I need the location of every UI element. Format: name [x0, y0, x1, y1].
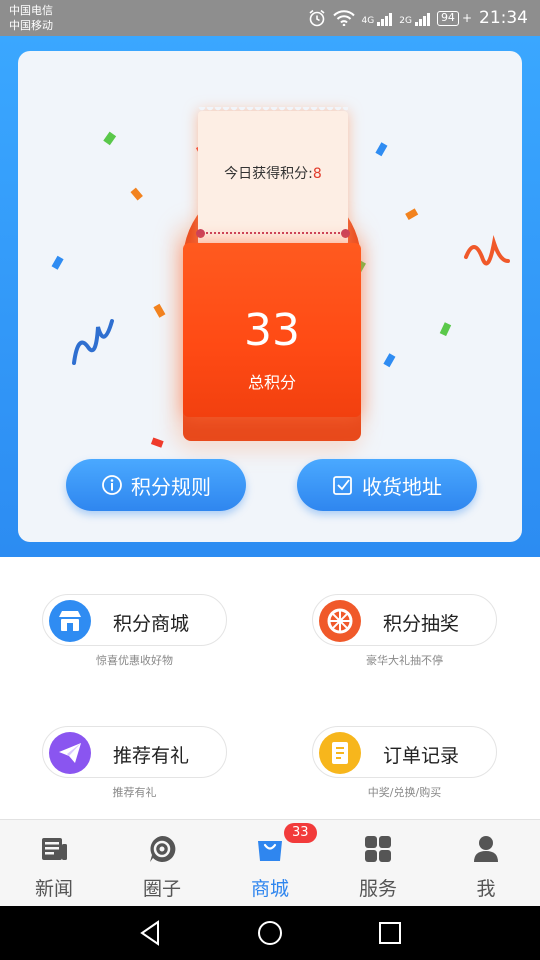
- order-record-label: 订单记录: [383, 745, 460, 767]
- today-points-value: 8: [312, 166, 322, 182]
- feature-grid: 积分商城 惊喜优惠收好物 积分抽奖 豪华大礼抽不停 推荐有礼 推荐有礼 订单记录…: [0, 557, 540, 819]
- carrier-info: 中国电信 中国移动: [9, 3, 53, 33]
- total-points-value: 33: [244, 305, 300, 356]
- ticket-perforation: [206, 232, 340, 234]
- ticket-knob-left: [196, 229, 205, 238]
- mall-badge: 33: [284, 823, 317, 843]
- shipping-address-button[interactable]: 收货地址: [297, 459, 477, 511]
- total-points-label: 总积分: [247, 373, 296, 392]
- shop-icon: [49, 600, 91, 642]
- refer-reward-subtitle: 推荐有礼: [112, 786, 157, 799]
- charging-icon: +: [461, 11, 472, 25]
- status-bar: 中国电信 中国移动 4G 2G 94 + 21:34: [0, 0, 540, 36]
- points-mall-label: 积分商城: [113, 613, 190, 635]
- circle-icon: [150, 835, 176, 862]
- paper-plane-icon: [49, 732, 91, 774]
- points-card: 今日获得积分:8 33 总积分 积分规则 收货地址: [18, 51, 522, 542]
- points-lottery-label: 积分抽奖: [383, 613, 460, 635]
- back-icon[interactable]: [136, 918, 166, 948]
- tab-me-label: 我: [476, 878, 496, 900]
- system-nav-bar: [0, 906, 540, 960]
- signal-4g-icon: 4G: [362, 10, 393, 26]
- order-record-button[interactable]: 订单记录: [312, 726, 497, 778]
- shopping-bag-icon: [258, 841, 282, 861]
- status-time: 21:34: [479, 8, 528, 28]
- tab-news-label: 新闻: [34, 878, 73, 900]
- points-lottery-subtitle: 豪华大礼抽不停: [366, 654, 443, 667]
- news-icon: [42, 838, 67, 860]
- order-record-subtitle: 中奖/兑换/购买: [367, 786, 442, 799]
- today-points-label: 今日获得积分:: [224, 166, 313, 182]
- points-mall-button[interactable]: 积分商城: [42, 594, 227, 646]
- wifi-icon: [332, 10, 355, 26]
- recents-icon[interactable]: [375, 918, 405, 948]
- points-hero: 今日获得积分:8 33 总积分 积分规则 收货地址: [0, 36, 540, 557]
- signal-2g-icon: 2G: [399, 10, 430, 26]
- battery-icon: 94: [436, 10, 459, 26]
- tab-services[interactable]: 服务: [324, 820, 432, 907]
- ticket-serrated-edge: [198, 107, 348, 115]
- signal-2g-label: 2G: [399, 16, 412, 26]
- carrier-1: 中国电信: [9, 4, 53, 17]
- tab-mall-label: 商城: [250, 878, 289, 900]
- today-points: 今日获得积分:8: [198, 163, 348, 183]
- points-mall-subtitle: 惊喜优惠收好物: [96, 654, 173, 667]
- carrier-2: 中国移动: [9, 19, 53, 32]
- signal-4g-label: 4G: [361, 16, 375, 26]
- points-rules-button[interactable]: 积分规则: [66, 459, 246, 511]
- info-icon: [102, 475, 122, 495]
- tab-news[interactable]: 新闻: [0, 820, 108, 907]
- profile-icon: [474, 836, 498, 862]
- tab-me[interactable]: 我: [432, 820, 540, 907]
- total-points-envelope: 33 总积分: [183, 243, 361, 417]
- battery-level: 94: [440, 11, 455, 24]
- shipping-address-label: 收货地址: [362, 474, 442, 499]
- points-rules-label: 积分规则: [131, 474, 211, 499]
- refer-reward-label: 推荐有礼: [113, 745, 190, 767]
- lottery-wheel-icon: [319, 600, 361, 642]
- tab-circle[interactable]: 圈子: [108, 820, 216, 907]
- order-record-icon: [319, 732, 361, 774]
- services-grid-icon: [365, 836, 391, 862]
- bottom-tab-bar: 新闻 圈子 商城 服务 我 33: [0, 819, 540, 906]
- alarm-icon: [309, 9, 325, 27]
- daily-points-ticket: 今日获得积分:8: [196, 107, 350, 246]
- points-lottery-button[interactable]: 积分抽奖: [312, 594, 497, 646]
- refer-reward-button[interactable]: 推荐有礼: [42, 726, 227, 778]
- ticket-knob-right: [341, 229, 350, 238]
- tab-circle-label: 圈子: [142, 878, 181, 900]
- tab-services-label: 服务: [358, 878, 397, 900]
- checkbox-icon: [333, 476, 352, 495]
- home-icon[interactable]: [255, 918, 285, 948]
- status-icons: 4G 2G 94 + 21:34: [308, 6, 528, 30]
